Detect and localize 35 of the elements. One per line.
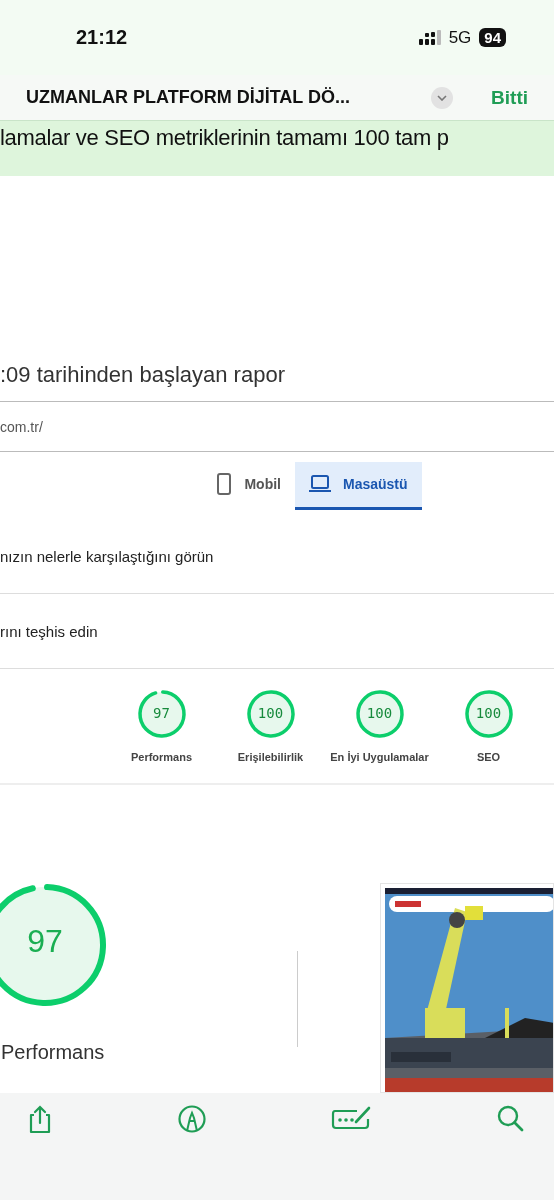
score-value: 100 bbox=[365, 705, 394, 722]
score-label: Performans bbox=[130, 751, 193, 764]
performance-label: Performans bbox=[1, 1041, 106, 1064]
banner-text: lamalar ve SEO metriklerinin tamamı 100 tam p bbox=[0, 124, 449, 151]
score-gauge bbox=[463, 689, 514, 740]
score-value: 100 bbox=[256, 705, 285, 722]
device-tab[interactable]: Masaüstü bbox=[295, 461, 422, 510]
score-gauge bbox=[245, 689, 296, 740]
url-text: com.tr/ bbox=[0, 401, 554, 452]
clock-time: 21:12 bbox=[76, 26, 128, 49]
score-label: Erişilebilirlik bbox=[237, 751, 304, 764]
score-value: 100 bbox=[474, 705, 503, 722]
document-title: UZMANLAR PLATFORM DİJİTAL DÖ... bbox=[26, 87, 351, 108]
score-label: En İyi Uygulamalar bbox=[330, 751, 429, 764]
signature-icon[interactable] bbox=[331, 1105, 372, 1130]
score-gauge bbox=[136, 689, 187, 740]
phone-icon bbox=[216, 473, 233, 496]
device-tab[interactable]: Mobil bbox=[202, 461, 295, 510]
battery-level: 94 bbox=[479, 28, 506, 47]
chevron-icon bbox=[437, 94, 448, 101]
done-button[interactable]: Bitti bbox=[491, 86, 528, 109]
share-icon[interactable] bbox=[28, 1105, 52, 1134]
score-label: SEO bbox=[476, 751, 501, 764]
score-value: 97 bbox=[152, 705, 171, 722]
performance-score: 97 bbox=[26, 923, 64, 960]
section-heading: nızın nelerle karşılaştığını görün bbox=[0, 519, 554, 595]
network-label: 5G bbox=[448, 27, 472, 48]
score-gauge bbox=[354, 689, 405, 740]
dropdown-button[interactable] bbox=[431, 86, 454, 109]
search-icon[interactable] bbox=[496, 1105, 524, 1132]
pen-tip-icon[interactable] bbox=[177, 1105, 206, 1133]
signal-icon bbox=[418, 29, 441, 46]
report-heading: :09 tarihinden başlayan rapor bbox=[0, 347, 554, 402]
laptop-icon bbox=[309, 475, 331, 494]
section-heading: rını teşhis edin bbox=[0, 594, 554, 670]
